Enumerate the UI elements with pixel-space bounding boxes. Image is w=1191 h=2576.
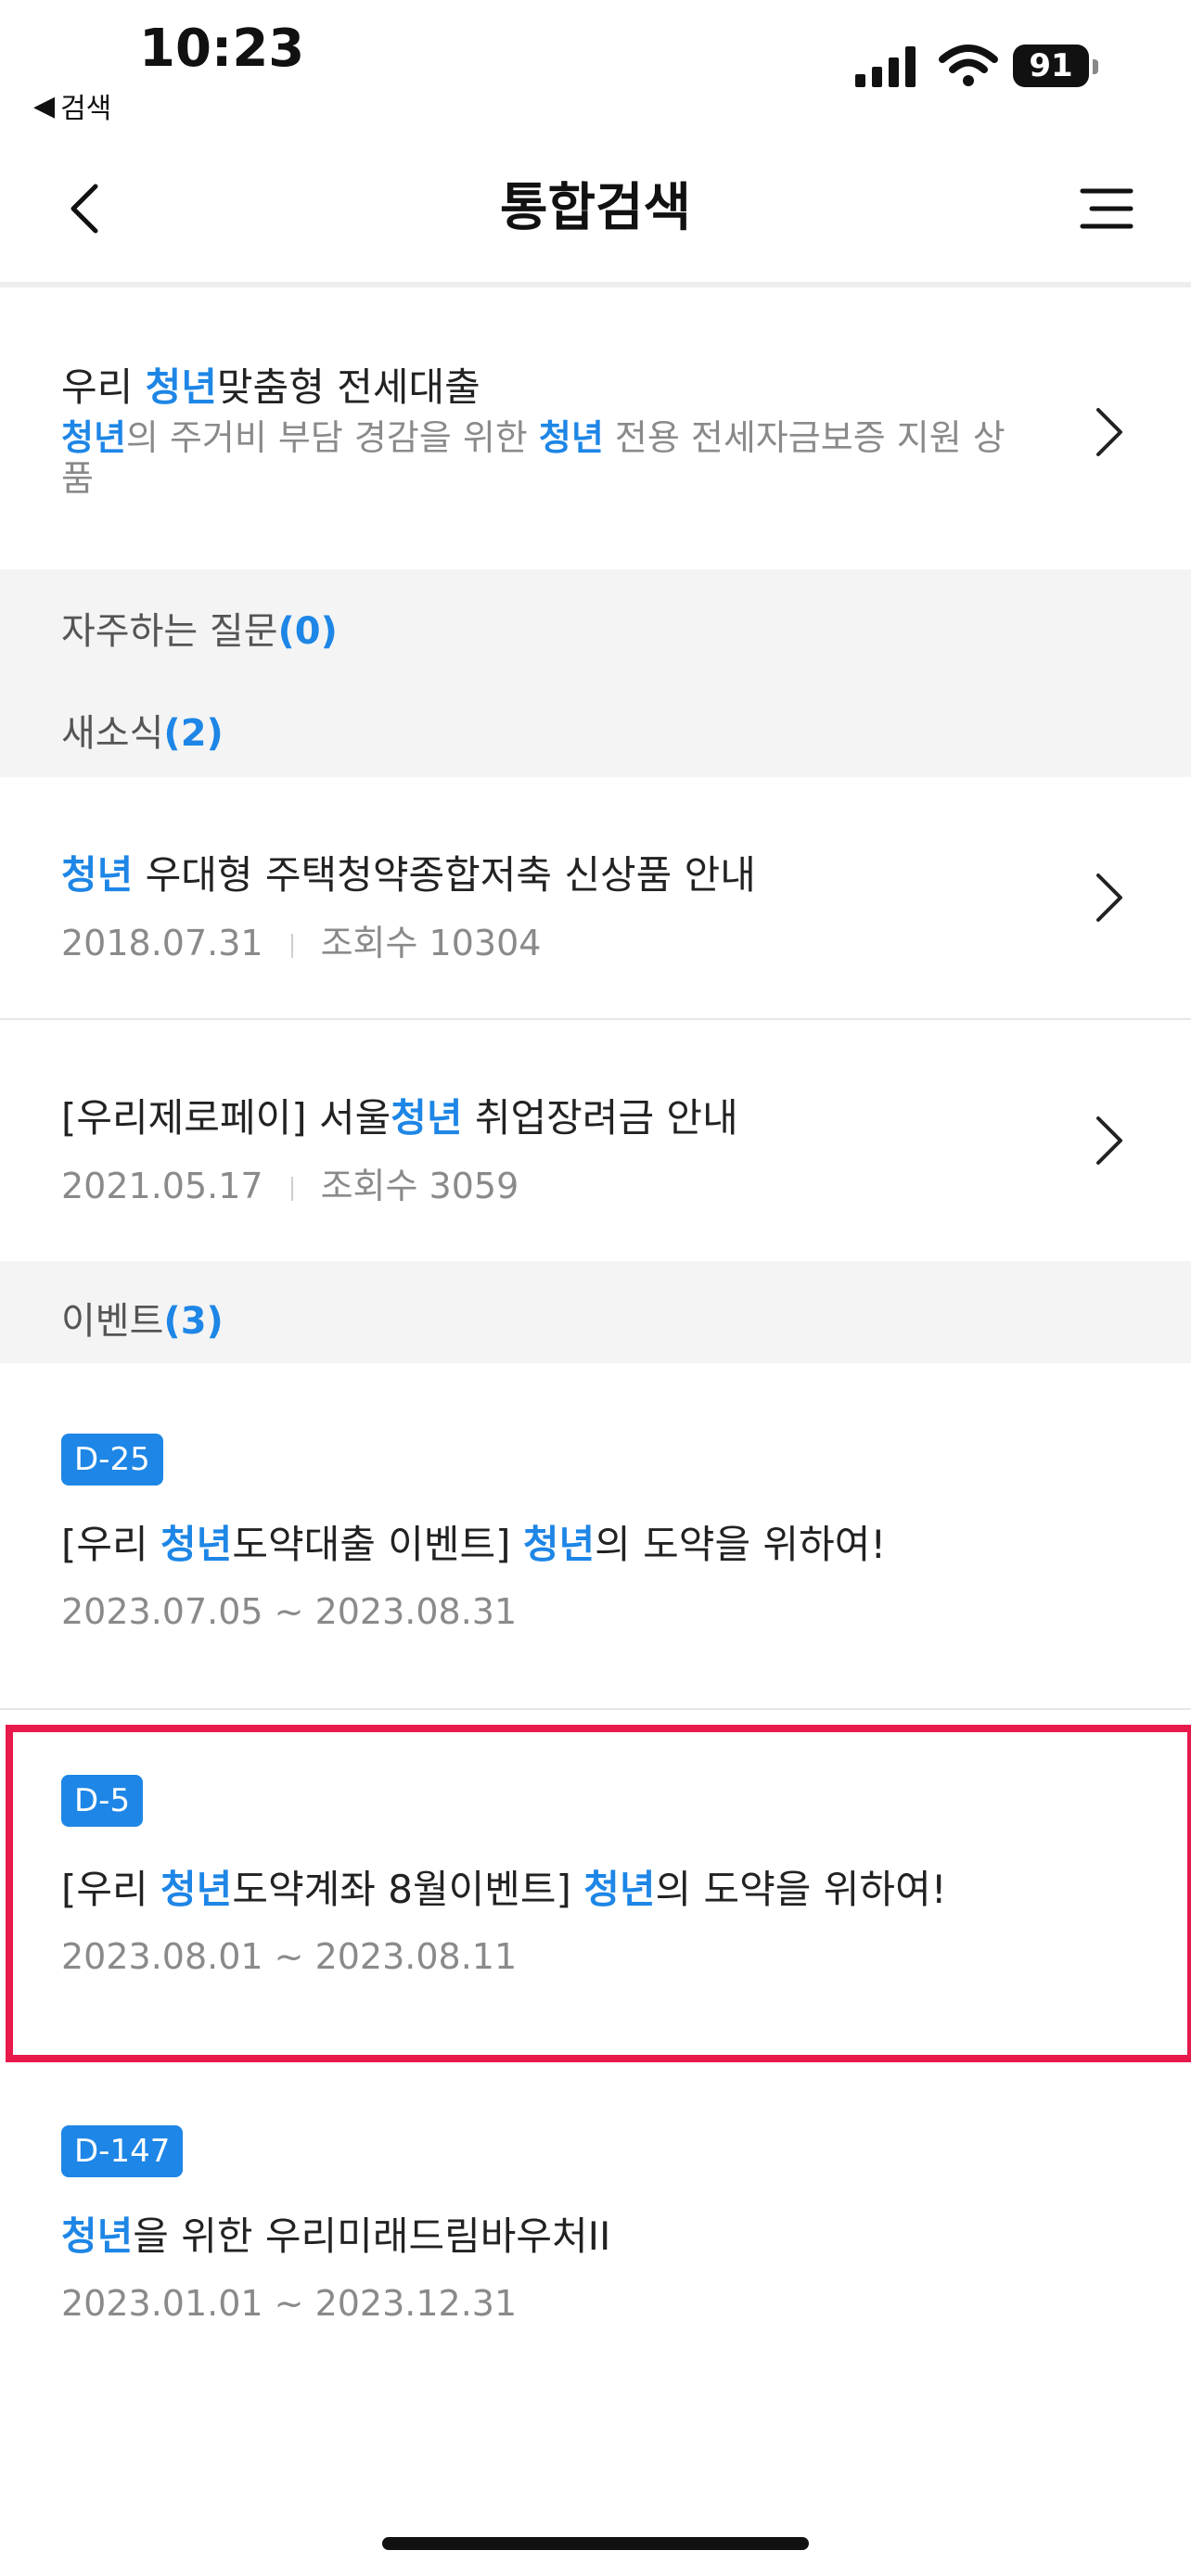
text: 우리 <box>61 364 146 410</box>
product-title: 우리 청년맞춤형 전세대출 <box>61 356 480 413</box>
news-section-header: 새소식(2) <box>61 703 224 757</box>
menu-button[interactable] <box>1074 176 1139 241</box>
event-count: (3) <box>163 1300 224 1343</box>
event-title: 청년을 위한 우리미래드림바우처II <box>61 2205 610 2262</box>
battery-icon: 91 <box>1013 45 1089 87</box>
event-section-band: 이벤트(3) <box>0 1261 1191 1363</box>
chevron-right-icon <box>1096 408 1122 456</box>
signal-icon <box>855 46 916 87</box>
keyword-highlight: 청년 <box>522 1522 596 1567</box>
event-title: [우리 청년도약대출 이벤트] 청년의 도약을 위하여! <box>61 1513 886 1570</box>
product-description: 청년의 주거비 부담 경감을 위한 청년 전용 전세자금보증 지원 상품 <box>61 417 1007 499</box>
news-count: (2) <box>163 712 224 755</box>
faq-section-header[interactable]: 자주하는 질문(0) <box>61 601 338 655</box>
news-row[interactable]: [우리제로페이] 서울청년 취업장려금 안내 2021.05.17 조회수 305… <box>0 1020 1191 1263</box>
text: 을 위한 우리미래드림바우처II <box>133 2213 611 2259</box>
news-title: [우리제로페이] 서울청년 취업장려금 안내 <box>61 1087 738 1143</box>
text: 의 도약을 위하여! <box>595 1522 887 1567</box>
event-row[interactable]: D-25 [우리 청년도약대출 이벤트] 청년의 도약을 위하여! 2023.0… <box>0 1372 1191 1715</box>
text: [우리제로페이] 서울 <box>61 1095 391 1141</box>
news-views: 조회수 10304 <box>320 923 542 963</box>
keyword-highlight: 청년 <box>61 852 134 898</box>
text: 취업장려금 안내 <box>462 1095 738 1141</box>
faq-count: (0) <box>277 610 338 653</box>
app-header: 통합검색 <box>0 139 1191 278</box>
menu-icon <box>1080 188 1133 229</box>
annotation-highlight-frame <box>6 1725 1191 2062</box>
event-dates: 2023.07.05 ~ 2023.08.31 <box>61 1591 518 1632</box>
news-date: 2021.05.17 <box>61 1166 263 1206</box>
text: 맞춤형 전세대출 <box>216 364 480 410</box>
event-section-header: 이벤트(3) <box>61 1291 224 1345</box>
keyword-highlight: 청년 <box>61 417 126 458</box>
keyword-highlight: 청년 <box>538 417 604 458</box>
faq-label: 자주하는 질문 <box>61 610 278 653</box>
battery-cap <box>1093 59 1098 74</box>
text: [우리 <box>61 1522 161 1567</box>
text: 우대형 주택청약종합저축 신상품 안내 <box>133 852 756 898</box>
page-title: 통합검색 <box>499 178 692 238</box>
wifi-icon <box>939 45 998 86</box>
keyword-highlight: 청년 <box>145 364 217 410</box>
meta-divider <box>290 933 293 958</box>
news-label: 새소식 <box>61 712 164 755</box>
text: 의 주거비 부담 경감을 위한 <box>125 417 539 458</box>
meta-divider <box>290 1176 293 1201</box>
status-time: 10:23 <box>139 19 305 79</box>
news-views: 조회수 3059 <box>320 1166 519 1206</box>
news-date: 2018.07.31 <box>61 923 263 963</box>
home-indicator[interactable] <box>382 2537 809 2550</box>
news-title: 청년 우대형 주택청약종합저축 신상품 안내 <box>61 844 756 900</box>
d-day-badge: D-147 <box>61 2125 184 2177</box>
event-label: 이벤트 <box>61 1300 164 1343</box>
news-meta: 2018.07.31 조회수 10304 <box>61 914 541 965</box>
faq-news-section-band: 자주하는 질문(0) 새소식(2) <box>0 569 1191 777</box>
chevron-right-icon <box>1096 1116 1122 1165</box>
keyword-highlight: 청년 <box>61 2213 134 2259</box>
battery-level: 91 <box>1013 45 1089 87</box>
header-divider <box>0 282 1191 287</box>
keyword-highlight: 청년 <box>160 1522 233 1567</box>
text: 도약대출 이벤트] <box>232 1522 523 1567</box>
d-day-badge: D-25 <box>61 1434 163 1486</box>
news-row[interactable]: 청년 우대형 주택청약종합저축 신상품 안내 2018.07.31 조회수 103… <box>0 777 1191 1020</box>
back-triangle-icon: ◀ <box>33 89 56 122</box>
product-result-row[interactable]: 우리 청년맞춤형 전세대출 청년의 주거비 부담 경감을 위한 청년 전용 전세… <box>0 295 1191 569</box>
chevron-right-icon <box>1096 874 1122 922</box>
news-meta: 2021.05.17 조회수 3059 <box>61 1157 519 1208</box>
back-button[interactable] <box>52 176 117 241</box>
back-app-label: 검색 <box>60 93 112 125</box>
event-row[interactable]: D-147 청년을 위한 우리미래드림바우처II 2023.01.01 ~ 20… <box>0 2064 1191 2407</box>
row-divider <box>0 1708 1191 1710</box>
back-to-app-link[interactable]: ◀ 검색 <box>33 85 111 126</box>
keyword-highlight: 청년 <box>391 1095 463 1141</box>
back-arrow-icon <box>70 184 98 234</box>
event-dates: 2023.01.01 ~ 2023.12.31 <box>61 2283 518 2324</box>
